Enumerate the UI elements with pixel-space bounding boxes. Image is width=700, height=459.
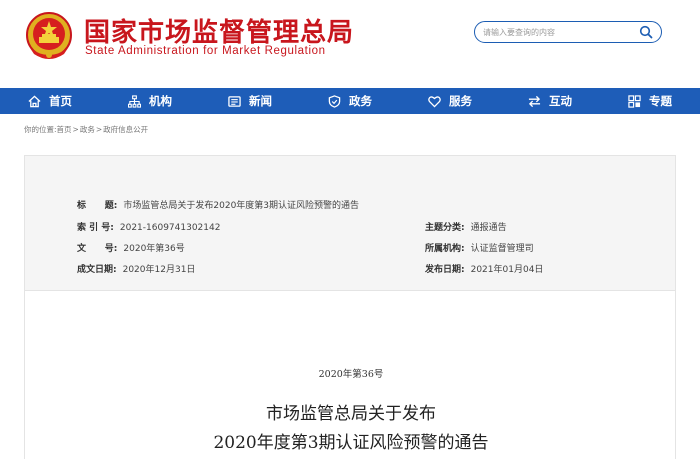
home-icon — [28, 95, 41, 107]
info-agency-value: 认证监督管理司 — [470, 244, 534, 254]
breadcrumb-separator: > — [95, 125, 103, 134]
breadcrumb-prefix: 你的位置: — [24, 125, 57, 134]
news-icon — [228, 95, 241, 107]
info-published-row: 发布日期: 2021年01月04日 — [425, 262, 543, 275]
grid-icon — [628, 94, 641, 108]
nav-item-service[interactable]: 服务 — [400, 88, 500, 114]
national-emblem-icon[interactable] — [24, 10, 74, 62]
main-nav: 首页 机构 新闻 政务 服务 互动 专题 — [0, 88, 700, 114]
nav-item-label: 服务 — [449, 94, 472, 108]
info-published-value: 2021年01月04日 — [470, 265, 544, 275]
shield-icon — [328, 94, 341, 108]
nav-item-label: 首页 — [49, 94, 72, 108]
heart-icon — [428, 95, 441, 108]
nav-item-label: 互动 — [549, 94, 572, 108]
info-category-label: 主题分类: — [425, 223, 465, 233]
site-title-english: State Administration for Market Regulati… — [85, 45, 326, 57]
info-created-label: 成文日期: — [77, 265, 117, 275]
info-index-label: 索 引 号: — [77, 223, 114, 233]
search-icon[interactable] — [639, 25, 653, 39]
breadcrumb-separator: > — [72, 125, 79, 134]
exchange-icon — [528, 95, 541, 107]
search-box[interactable] — [474, 21, 662, 43]
info-category-value: 通报通告 — [470, 223, 507, 233]
info-category-row: 主题分类: 通报通告 — [425, 220, 507, 233]
document-title-line2: 2020年度第3期认证风险预警的通告 — [213, 433, 489, 453]
breadcrumb: 你的位置:首页>政务>政府信息公开 — [24, 124, 148, 135]
info-created-row: 成文日期: 2020年12月31日 — [77, 262, 195, 275]
nav-item-topics[interactable]: 专题 — [600, 88, 700, 114]
nav-item-affairs[interactable]: 政务 — [300, 88, 400, 114]
document-title-line1: 市场监管总局关于发布 — [266, 404, 436, 424]
document-number: 2020年第36号 — [318, 369, 384, 380]
info-published-label: 发布日期: — [425, 265, 465, 275]
info-title-row: 标 题: 市场监管总局关于发布2020年度第3期认证风险预警的通告 — [77, 198, 359, 211]
nav-item-home[interactable]: 首页 — [0, 88, 100, 114]
nav-item-label: 机构 — [149, 94, 172, 108]
nav-item-interact[interactable]: 互动 — [500, 88, 600, 114]
search-input[interactable] — [483, 24, 633, 40]
site-header: 国家市场监督管理总局 State Administration for Mark… — [0, 0, 700, 88]
info-index-row: 索 引 号: 2021-1609741302142 — [77, 220, 220, 233]
info-agency-row: 所属机构: 认证监督管理司 — [425, 241, 534, 254]
org-chart-icon — [128, 94, 141, 108]
breadcrumb-link-disclosure[interactable]: 政府信息公开 — [103, 125, 148, 134]
info-docno-value: 2020年第36号 — [123, 244, 185, 254]
nav-item-label: 新闻 — [249, 94, 272, 108]
site-title[interactable]: 国家市场监督管理总局 — [84, 12, 354, 49]
nav-item-news[interactable]: 新闻 — [200, 88, 300, 114]
info-index-value: 2021-1609741302142 — [119, 223, 221, 233]
document-info-panel: 标 题: 市场监管总局关于发布2020年度第3期认证风险预警的通告 索 引 号: 2… — [24, 155, 676, 291]
document-body: 2020年第36号 市场监管总局关于发布 2020年度第3期认证风险预警的通告 — [24, 291, 676, 459]
info-created-value: 2020年12月31日 — [122, 265, 196, 275]
info-title-label: 标 题: — [77, 201, 118, 211]
nav-item-org[interactable]: 机构 — [100, 88, 200, 114]
info-docno-label: 文 号: — [77, 244, 118, 254]
breadcrumb-link-home[interactable]: 首页 — [57, 125, 72, 134]
info-docno-row: 文 号: 2020年第36号 — [77, 241, 185, 254]
info-title-value: 市场监管总局关于发布2020年度第3期认证风险预警的通告 — [123, 201, 360, 211]
nav-item-label: 专题 — [649, 94, 672, 108]
nav-item-label: 政务 — [349, 94, 372, 108]
info-agency-label: 所属机构: — [425, 244, 465, 254]
breadcrumb-link-affairs[interactable]: 政务 — [80, 125, 95, 134]
